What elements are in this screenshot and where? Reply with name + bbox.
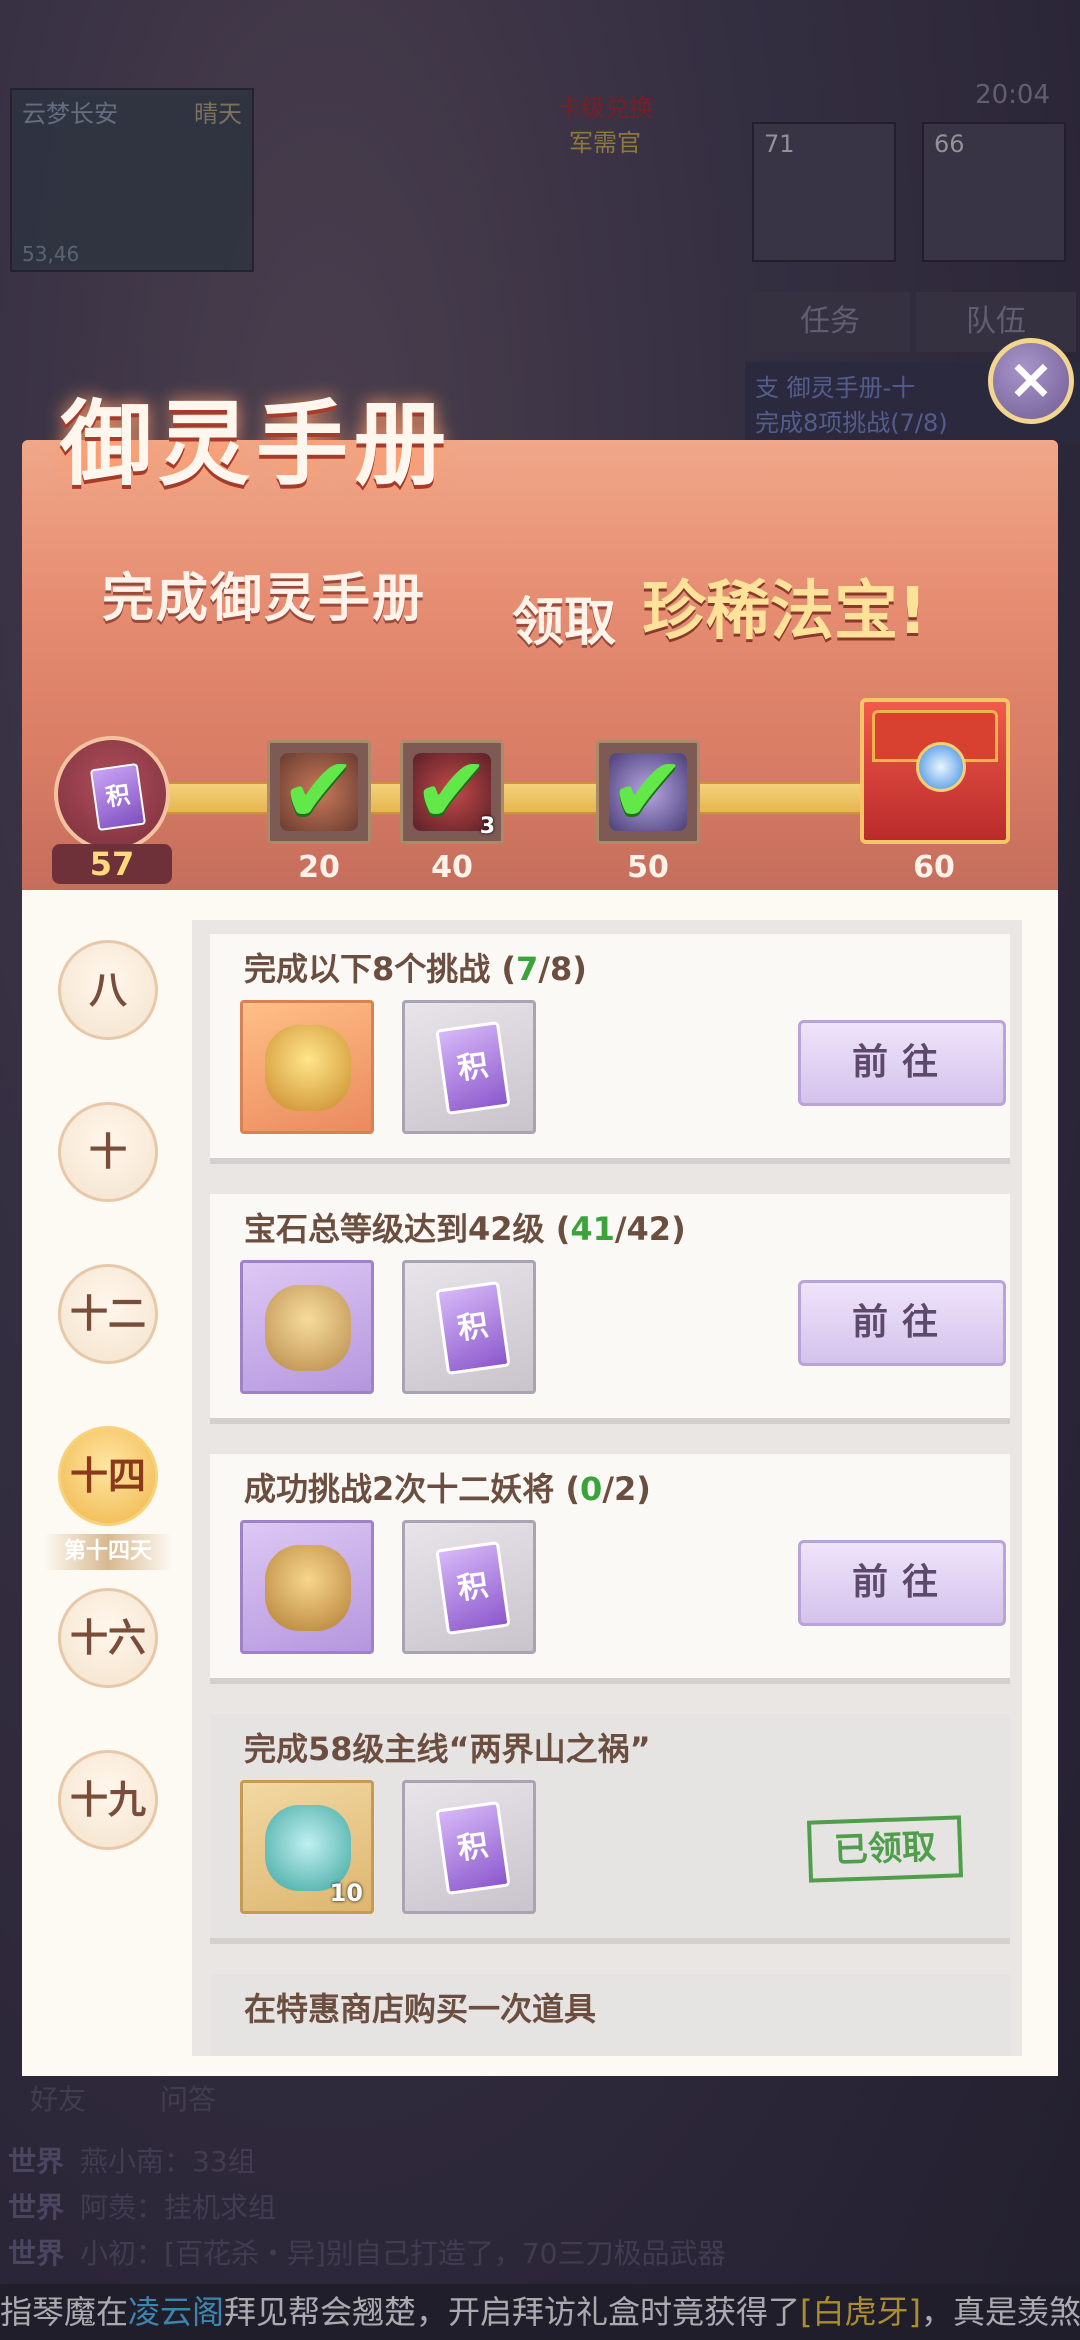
- task-row-completed: 完成58级主线“两界山之祸” 10 积 已领取: [210, 1714, 1010, 1944]
- day-button[interactable]: 十九: [58, 1750, 158, 1850]
- slogan-mid: 领取: [512, 593, 617, 653]
- task-row: 宝石总等级达到42级 (41/42) 积 前往: [210, 1194, 1010, 1424]
- reward-slot[interactable]: 积: [402, 1000, 536, 1134]
- milestone-value: 50: [627, 850, 669, 885]
- task-title-text: 宝石总等级达到42级: [244, 1210, 545, 1248]
- task-row: 在特惠商店购买一次道具: [210, 1974, 1010, 2056]
- coin-bag-icon: [265, 1285, 351, 1371]
- handbook-panel: 完成御灵手册 领取 珍稀法宝! 积 57 ✔ 20 ✔ 3 40 ✔ 50 60…: [22, 338, 1074, 2076]
- go-button[interactable]: 前往: [798, 1280, 1006, 1366]
- slogan-right: 珍稀法宝!: [642, 575, 928, 649]
- title-wrap: 御灵手册: [10, 348, 530, 518]
- task-title: 成功挑战2次十二妖将 (0/2): [244, 1464, 651, 1510]
- task-title: 完成以下8个挑战 (7/8): [244, 944, 587, 990]
- milestone-value: 40: [431, 850, 473, 885]
- task-title: 宝石总等级达到42级 (41/42): [244, 1204, 686, 1250]
- gold-bag-icon: [265, 1545, 351, 1631]
- task-list[interactable]: 完成以下8个挑战 (7/8) 积 前往 宝石总等级达到42级 (41/42) 积…: [192, 920, 1022, 2056]
- close-icon: ×: [1007, 347, 1055, 412]
- points-card-icon: 积: [435, 1280, 511, 1376]
- points-badge: 积 57: [52, 736, 172, 884]
- day-button[interactable]: 十: [58, 1102, 158, 1202]
- final-chest-reward[interactable]: [860, 698, 1010, 844]
- points-card-icon: 积: [435, 1540, 511, 1636]
- day-button[interactable]: 八: [58, 940, 158, 1040]
- task-title-text: 完成以下8个挑战: [244, 950, 491, 988]
- progress-done: 41: [570, 1210, 615, 1248]
- reward-slot[interactable]: 积: [402, 1260, 536, 1394]
- milestone-value: 20: [298, 850, 340, 885]
- points-value: 57: [52, 844, 172, 884]
- milestone-qty: 3: [479, 814, 495, 839]
- points-card-icon: 积: [89, 762, 147, 832]
- milestone-reward[interactable]: ✔ 3: [400, 740, 504, 844]
- task-progress: (0/2): [565, 1470, 651, 1508]
- points-card-icon: 积: [435, 1020, 511, 1116]
- milestone-reward[interactable]: ✔: [267, 740, 371, 844]
- slogan-left: 完成御灵手册: [102, 569, 427, 629]
- claimed-stamp: 已领取: [806, 1815, 964, 1883]
- content-area: 八 十 十二 十四 第十四天 十六 十九 完成以下8个挑战 (7/8) 积 前往…: [22, 890, 1058, 2076]
- reward-slot[interactable]: [240, 1520, 374, 1654]
- close-button[interactable]: ×: [988, 338, 1074, 424]
- progress-done: 0: [580, 1470, 603, 1508]
- reward-slot[interactable]: [240, 1260, 374, 1394]
- day-button[interactable]: 十二: [58, 1264, 158, 1364]
- reward-slot[interactable]: 积: [402, 1520, 536, 1654]
- reward-slot[interactable]: [240, 1000, 374, 1134]
- reward-slot[interactable]: 积: [402, 1780, 536, 1914]
- go-button[interactable]: 前往: [798, 1540, 1006, 1626]
- day-sub-label: 第十四天: [44, 1534, 172, 1570]
- task-row: 完成以下8个挑战 (7/8) 积 前往: [210, 934, 1010, 1164]
- task-title: 在特惠商店购买一次道具: [244, 1990, 597, 2028]
- panel-title: 御灵手册: [60, 390, 453, 498]
- check-icon: ✔: [280, 737, 358, 844]
- gem-icon: [916, 742, 966, 792]
- go-button[interactable]: 前往: [798, 1020, 1006, 1106]
- progress-total: 42: [626, 1210, 672, 1248]
- milestone-reward[interactable]: ✔: [596, 740, 700, 844]
- task-row: 成功挑战2次十二妖将 (0/2) 积 前往: [210, 1454, 1010, 1684]
- reward-slot[interactable]: 10: [240, 1780, 374, 1914]
- task-title: 完成58级主线“两界山之祸”: [244, 1730, 651, 1768]
- points-circle: 积: [54, 736, 170, 852]
- day-button[interactable]: 十六: [58, 1588, 158, 1688]
- check-icon: ✔: [413, 737, 491, 844]
- progress-total: 8: [550, 950, 573, 988]
- progress-done: 7: [516, 950, 539, 988]
- task-progress: (7/8): [501, 950, 587, 988]
- reward-qty: 10: [329, 1879, 363, 1907]
- day-button-active[interactable]: 十四: [58, 1426, 158, 1526]
- task-progress: (41/42): [555, 1210, 686, 1248]
- task-title-text: 成功挑战2次十二妖将: [244, 1470, 555, 1508]
- progress-total: 2: [614, 1470, 637, 1508]
- milestone-value: 60: [913, 850, 955, 885]
- check-icon: ✔: [609, 737, 687, 844]
- gold-ingot-chest-icon: [265, 1025, 351, 1111]
- points-card-icon: 积: [435, 1800, 511, 1896]
